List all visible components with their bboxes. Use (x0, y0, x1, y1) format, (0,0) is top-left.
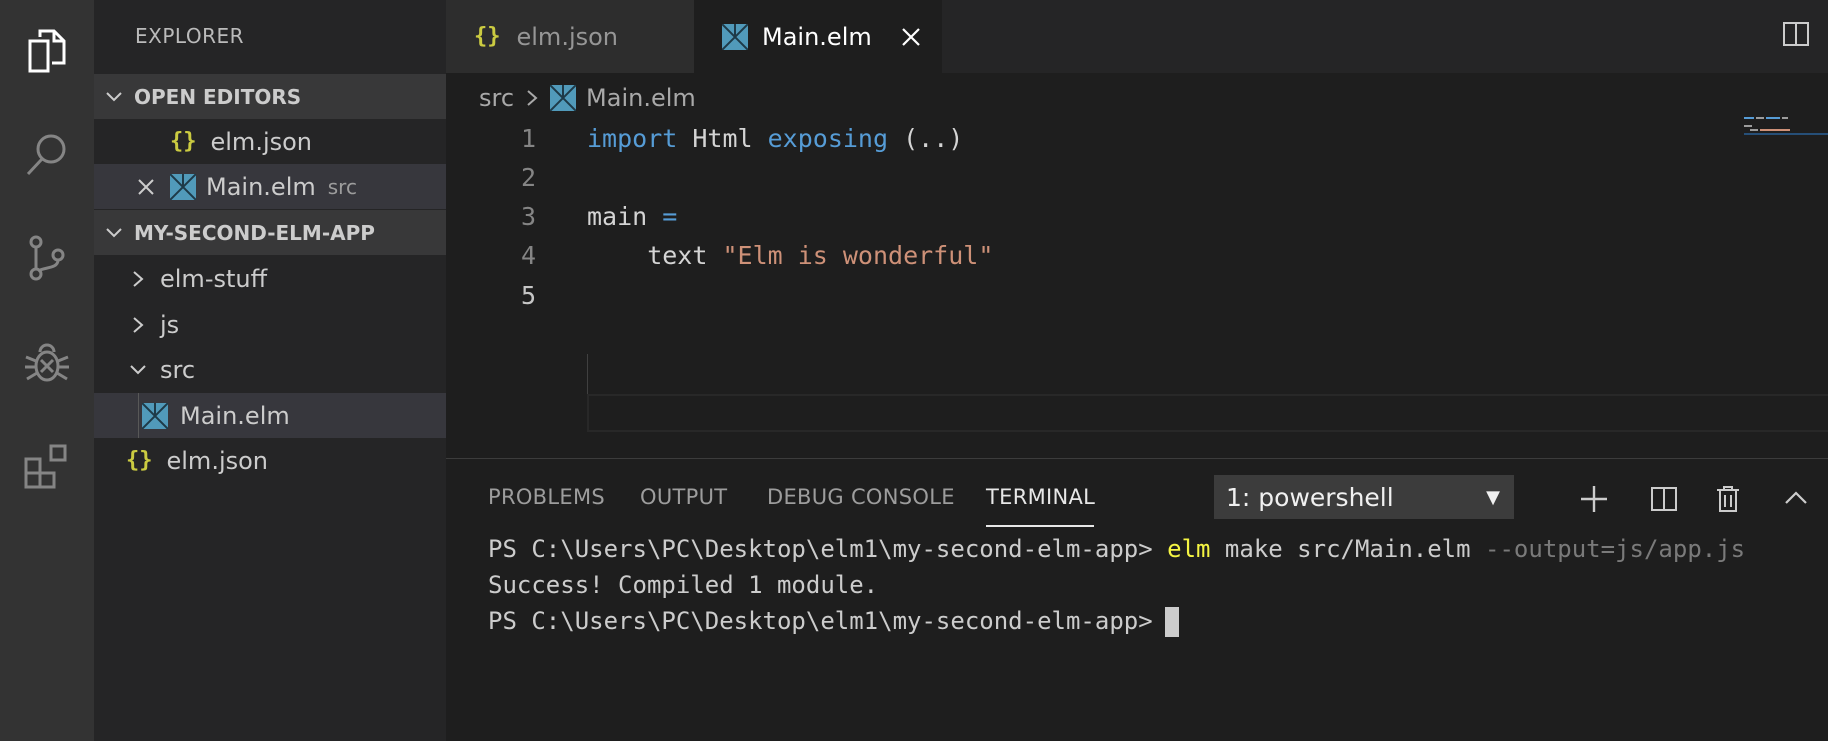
line-number: 4 (520, 240, 536, 270)
chevron-down-icon (94, 87, 134, 107)
elm-icon (142, 402, 168, 429)
line-number: 1 (520, 123, 536, 153)
minimap[interactable] (1744, 115, 1828, 145)
braces-icon: {} (170, 129, 197, 154)
code-text: text "Elm is wonderful" (587, 240, 994, 270)
kill-terminal-button[interactable] (1708, 479, 1748, 519)
explorer-sidebar: EXPLORER OPEN EDITORS {} elm.json Main.e… (94, 0, 446, 741)
code-line: 2 (446, 157, 1746, 197)
maximize-panel-button[interactable] (1776, 479, 1816, 519)
chevron-right-icon (130, 269, 146, 289)
sidebar-title: EXPLORER (135, 24, 244, 48)
terminal-line: Success! Compiled 1 module. (488, 571, 879, 599)
current-line-highlight (587, 394, 1828, 432)
breadcrumb-folder[interactable]: src (479, 84, 514, 112)
elm-icon (550, 85, 577, 111)
chevron-down-icon (128, 360, 148, 380)
tree-item-file[interactable]: {} elm.json (94, 438, 446, 483)
split-editor-icon[interactable] (1782, 20, 1814, 52)
terminal-select[interactable]: 1: powershell ▼ (1214, 475, 1514, 519)
tree-item-label: js (160, 310, 180, 339)
line-number: 5 (520, 280, 536, 310)
tree-item-label: src (160, 355, 196, 384)
debug-icon[interactable] (17, 332, 77, 392)
elm-icon (170, 173, 196, 200)
chevron-right-icon (130, 315, 146, 335)
tab-problems[interactable]: PROBLEMS (488, 485, 605, 509)
tree-indent-guide (138, 393, 139, 438)
search-icon[interactable] (17, 124, 77, 184)
project-header[interactable]: MY-SECOND-ELM-APP (94, 210, 446, 255)
elm-icon (722, 23, 748, 50)
terminal-cursor (1164, 607, 1179, 637)
tree-item-folder[interactable]: js (94, 302, 446, 347)
line-number: 3 (520, 201, 536, 231)
open-editor-label: Main.elm (206, 172, 316, 201)
activity-bar (0, 0, 94, 741)
braces-icon: {} (126, 448, 153, 473)
breadcrumb-file[interactable]: Main.elm (586, 84, 696, 112)
extensions-icon[interactable] (17, 436, 77, 496)
open-editors-header[interactable]: OPEN EDITORS (94, 74, 446, 119)
tree-item-label: elm-stuff (160, 264, 268, 293)
editor-tab-bar: {} elm.json Main.elm (446, 0, 1828, 73)
braces-icon: {} (474, 24, 501, 49)
terminal-select-value: 1: powershell (1226, 482, 1394, 512)
close-icon[interactable] (900, 26, 922, 48)
active-tab-indicator (986, 525, 1094, 527)
tab-elm-json[interactable]: {} elm.json (446, 0, 694, 73)
terminal-line: PS C:\Users\PC\Desktop\elm1\my-second-el… (488, 535, 1746, 563)
open-editor-item[interactable]: Main.elm src (94, 164, 446, 209)
code-line: 1 import Html exposing (..) (446, 118, 1746, 158)
chevron-down-icon (94, 223, 134, 243)
tree-item-file[interactable]: Main.elm (94, 393, 446, 438)
tab-main-elm[interactable]: Main.elm (694, 0, 942, 73)
tab-terminal[interactable]: TERMINAL (986, 485, 1095, 509)
close-icon[interactable] (136, 177, 160, 197)
tab-label: elm.json (516, 22, 619, 51)
tab-debug-console[interactable]: DEBUG CONSOLE (767, 485, 955, 509)
tab-label: Main.elm (762, 22, 872, 51)
code-editor[interactable]: 1 import Html exposing (..) 2 3 main = 4… (446, 118, 1828, 458)
open-editor-label: elm.json (210, 127, 313, 156)
tab-output[interactable]: OUTPUT (640, 485, 727, 509)
open-editors-label: OPEN EDITORS (134, 84, 302, 109)
code-text: import Html exposing (..) (587, 123, 964, 153)
terminal-line[interactable]: PS C:\Users\PC\Desktop\elm1\my-second-el… (488, 607, 1179, 637)
tree-item-label: elm.json (166, 446, 269, 475)
open-editor-item[interactable]: {} elm.json (94, 119, 446, 164)
code-line: 4 text "Elm is wonderful" (446, 235, 1746, 275)
indent-guide (587, 354, 588, 394)
tree-item-folder[interactable]: elm-stuff (94, 256, 446, 301)
line-number: 2 (520, 162, 536, 192)
split-terminal-button[interactable] (1644, 479, 1684, 519)
tree-item-label: Main.elm (180, 401, 290, 430)
bottom-panel: PROBLEMS OUTPUT DEBUG CONSOLE TERMINAL 1… (446, 458, 1828, 741)
dropdown-arrow-icon: ▼ (1486, 486, 1500, 508)
project-label: MY-SECOND-ELM-APP (134, 220, 375, 245)
open-editor-hint: src (327, 174, 357, 199)
new-terminal-button[interactable] (1574, 479, 1614, 519)
code-line: 5 (446, 275, 1746, 315)
code-text: main = (587, 201, 678, 231)
breadcrumb: src Main.elm (479, 80, 696, 116)
tree-item-folder[interactable]: src (94, 347, 446, 392)
source-control-icon[interactable] (17, 228, 77, 288)
code-line: 3 main = (446, 196, 1746, 236)
explorer-icon[interactable] (17, 20, 77, 80)
chevron-right-icon (526, 88, 538, 108)
